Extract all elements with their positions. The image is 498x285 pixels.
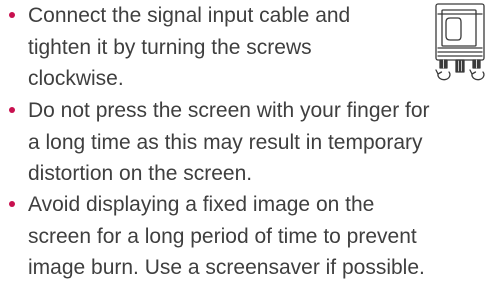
list-item-text: Avoid displaying a fixed image on the sc… bbox=[28, 189, 425, 284]
text-line: a long time as this may result in tempor… bbox=[28, 130, 423, 154]
text-line: screen for a long period of time to prev… bbox=[28, 224, 417, 248]
text-line: Avoid displaying a fixed image on the bbox=[28, 193, 375, 216]
text-line: tighten it by turning the screws bbox=[28, 35, 312, 59]
text-line: Do not press the screen with your finger… bbox=[28, 99, 430, 122]
list-item-text: Connect the signal input cable and tight… bbox=[28, 0, 350, 95]
text-line: image burn. Use a screensaver if possibl… bbox=[28, 256, 425, 279]
bullet-icon bbox=[9, 201, 15, 207]
text-line: distortion on the screen. bbox=[28, 162, 253, 185]
text-line: Connect the signal input cable and bbox=[28, 4, 351, 27]
bullet-icon bbox=[9, 12, 15, 18]
bullet-icon bbox=[9, 107, 15, 113]
signal-cable-connector-icon bbox=[435, 3, 485, 81]
list-item-text: Do not press the screen with your finger… bbox=[28, 95, 430, 190]
text-line: clockwise. bbox=[28, 67, 124, 90]
